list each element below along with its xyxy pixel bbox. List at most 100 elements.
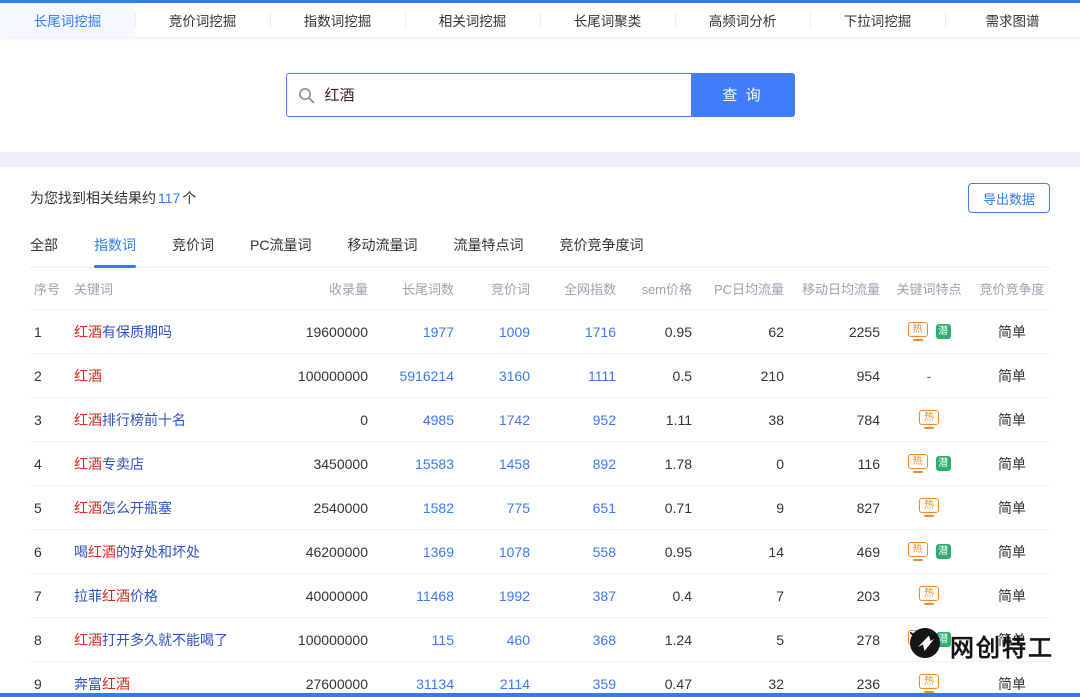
cell-features: 热 [884,410,974,430]
results-count-prefix: 为您找到相关结果约 [30,190,156,206]
cell-competition: 简单 [974,674,1050,694]
watermark: 网创特工 [908,626,1054,665]
cell-inclusions: 100000000 [276,368,372,384]
cell-seq: 1 [30,324,70,340]
results-head: 为您找到相关结果约117个 导出数据 [30,167,1050,213]
cell-mobile_traffic: 236 [788,676,884,692]
top-tabbar: 长尾词挖掘竞价词挖掘指数词挖掘相关词挖掘长尾词聚类高频词分析下拉词挖掘需求图谱 [0,3,1080,37]
cell-features: 热 [884,586,974,606]
watermark-logo-icon [908,626,942,665]
table-row: 1红酒有保质期吗196000001977100917160.95622255热潜… [30,310,1050,354]
table-row: 6喝红酒的好处和坏处46200000136910785580.9514469热潜… [30,530,1050,574]
search-section: 查 询 [0,37,1080,152]
cell-seq: 6 [30,544,70,560]
cell-pc_traffic: 0 [696,456,788,472]
cell-mobile_traffic: 2255 [788,324,884,340]
cell-sem_price: 1.78 [620,456,696,472]
top-tab-2[interactable]: 竞价词挖掘 [135,3,270,37]
table-body: 1红酒有保质期吗196000001977100917160.95622255热潜… [30,310,1050,693]
cell-bids: 1458 [458,456,534,472]
col-seq: 序号 [30,279,70,298]
top-tab-7[interactable]: 下拉词挖掘 [810,3,945,37]
filter-tab-3[interactable]: 竞价词 [172,235,214,267]
filter-tab-6[interactable]: 流量特点词 [453,235,523,267]
top-tab-4[interactable]: 相关词挖掘 [405,3,540,37]
cell-index: 952 [534,412,620,428]
table-row: 4红酒专卖店34500001558314588921.780116热潜简单 [30,442,1050,486]
keyword-link[interactable]: 拉菲红酒价格 [70,586,276,606]
top-tab-3[interactable]: 指数词挖掘 [270,3,405,37]
cell-index: 1111 [534,368,620,384]
cell-seq: 8 [30,632,70,648]
col-inclusions: 收录量 [276,279,372,298]
cell-bids: 2114 [458,676,534,692]
potential-badge-icon: 潜 [936,324,951,339]
cell-inclusions: 27600000 [276,676,372,692]
keyword-link[interactable]: 红酒专卖店 [70,454,276,474]
hot-badge-icon: 热 [908,322,928,337]
cell-mobile_traffic: 203 [788,588,884,604]
filter-tab-5[interactable]: 移动流量词 [347,235,417,267]
cell-sem_price: 0.71 [620,500,696,516]
cell-competition: 简单 [974,498,1050,518]
results-count-suffix: 个 [182,190,196,206]
cell-sem_price: 0.4 [620,588,696,604]
top-tab-6[interactable]: 高频词分析 [675,3,810,37]
top-tab-8[interactable]: 需求图谱 [945,3,1080,37]
filter-tabs: 全部 指数词 竞价词 PC流量词 移动流量词 流量特点词 竞价竞争度词 [30,235,1050,268]
table-row: 8红酒打开多久就不能喝了1000000001154603681.245278热潜… [30,618,1050,662]
keyword-link[interactable]: 红酒打开多久就不能喝了 [70,630,276,650]
cell-pc_traffic: 210 [696,368,788,384]
table-row: 2红酒1000000005916214316011110.5210954-简单 [30,354,1050,398]
cell-bids: 460 [458,632,534,648]
keyword-link[interactable]: 红酒 [70,366,276,386]
top-tab-5[interactable]: 长尾词聚类 [540,3,675,37]
cell-competition: 简单 [974,586,1050,606]
results-panel: 为您找到相关结果约117个 导出数据 全部 指数词 竞价词 PC流量词 移动流量词 流量特… [0,167,1080,693]
hot-badge-icon: 热 [908,454,928,469]
cell-competition: 简单 [974,410,1050,430]
cell-bids: 775 [458,500,534,516]
potential-badge-icon: 潜 [936,456,951,471]
cell-features: 热潜 [884,322,974,342]
cell-longtail: 31134 [372,676,458,692]
search-button[interactable]: 查 询 [691,73,795,117]
cell-index: 387 [534,588,620,604]
cell-bids: 3160 [458,368,534,384]
hot-badge-icon: 热 [919,410,939,425]
col-features: 关键词特点 [884,279,974,298]
top-tab-1[interactable]: 长尾词挖掘 [0,3,135,37]
cell-mobile_traffic: 954 [788,368,884,384]
cell-longtail: 1582 [372,500,458,516]
cell-seq: 7 [30,588,70,604]
cell-features: 热潜 [884,542,974,562]
filter-tab-1[interactable]: 全部 [30,235,58,267]
table-row: 5红酒怎么开瓶塞254000015827756510.719827热简单 [30,486,1050,530]
cell-index: 1716 [534,324,620,340]
cell-seq: 5 [30,500,70,516]
cell-bids: 1078 [458,544,534,560]
cell-inclusions: 0 [276,412,372,428]
col-index: 全网指数 [534,279,620,298]
keyword-link[interactable]: 红酒排行榜前十名 [70,410,276,430]
cell-sem_price: 0.95 [620,544,696,560]
filter-tab-4[interactable]: PC流量词 [250,235,311,267]
keyword-link[interactable]: 奔富红酒 [70,674,276,694]
keyword-link[interactable]: 喝红酒的好处和坏处 [70,542,276,562]
keyword-link[interactable]: 红酒有保质期吗 [70,322,276,342]
cell-index: 651 [534,500,620,516]
filter-tab-2[interactable]: 指数词 [94,235,136,267]
search-input[interactable] [325,86,665,103]
results-count-number: 117 [158,190,180,206]
cell-seq: 4 [30,456,70,472]
keyword-link[interactable]: 红酒怎么开瓶塞 [70,498,276,518]
potential-badge-icon: 潜 [936,544,951,559]
export-data-button[interactable]: 导出数据 [968,183,1050,213]
cell-pc_traffic: 9 [696,500,788,516]
cell-features: - [884,368,974,384]
cell-seq: 9 [30,676,70,692]
cell-sem_price: 1.24 [620,632,696,648]
hot-badge-icon: 热 [919,674,939,689]
cell-features: 热 [884,674,974,694]
filter-tab-7[interactable]: 竞价竞争度词 [559,235,643,267]
